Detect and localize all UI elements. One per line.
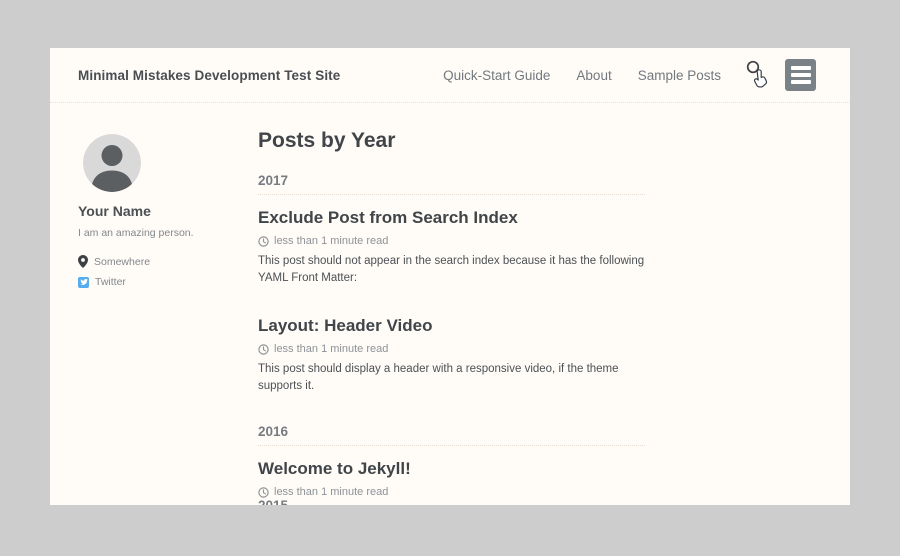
site-title-link[interactable]: Minimal Mistakes Development Test Site [78,68,340,83]
masthead: Minimal Mistakes Development Test Site Q… [50,48,850,103]
post-excerpt: This post should display a header with a… [258,361,645,394]
author-link-twitter[interactable]: Twitter [78,276,250,288]
site-window: Minimal Mistakes Development Test Site Q… [50,48,850,505]
hamburger-icon [791,80,811,84]
year-section-2017: 2017 Exclude Post from Search Index less… [258,173,645,394]
menu-toggle-button[interactable] [785,59,816,91]
person-silhouette-icon [83,134,141,192]
author-link-label: Somewhere [94,256,150,268]
read-time: less than 1 minute read [274,343,388,355]
author-name: Your Name [78,203,250,219]
search-button[interactable] [745,58,771,92]
nav-quick-start-guide[interactable]: Quick-Start Guide [443,68,550,83]
year-heading: 2016 [258,424,645,446]
search-icon [745,58,771,92]
year-heading-clipped: 2015 [258,498,645,505]
primary-nav: Quick-Start Guide About Sample Posts [443,68,721,83]
post-excerpt: This post should not appear in the searc… [258,253,645,286]
author-sidebar: Your Name I am an amazing person. Somewh… [78,134,250,296]
post-meta: less than 1 minute read [258,343,645,355]
read-time: less than 1 minute read [274,235,388,247]
year-section-2016: 2016 Welcome to Jekyll! less than 1 minu… [258,424,645,505]
avatar [83,134,141,192]
hamburger-icon [791,73,811,77]
clock-icon [258,487,269,498]
post-meta: less than 1 minute read [258,486,645,498]
post-entry: Layout: Header Video less than 1 minute … [258,316,645,394]
main-content: Posts by Year 2017 Exclude Post from Sea… [258,129,645,505]
author-bio: I am an amazing person. [78,227,250,239]
read-time: less than 1 minute read [274,486,388,498]
author-link-label: Twitter [95,276,126,288]
clock-icon [258,236,269,247]
nav-about[interactable]: About [576,68,611,83]
location-pin-icon [78,255,88,268]
twitter-icon [78,277,89,288]
author-link-location[interactable]: Somewhere [78,255,250,268]
hamburger-icon [791,66,811,70]
clock-icon [258,344,269,355]
page-title: Posts by Year [258,129,645,153]
year-heading: 2017 [258,173,645,195]
mouse-cursor-pointer-icon [755,70,767,87]
author-links: Somewhere Twitter [78,255,250,288]
post-title-link[interactable]: Welcome to Jekyll! [258,459,645,479]
post-entry: Exclude Post from Search Index less than… [258,208,645,286]
post-meta: less than 1 minute read [258,235,645,247]
post-title-link[interactable]: Layout: Header Video [258,316,645,336]
nav-sample-posts[interactable]: Sample Posts [638,68,721,83]
post-title-link[interactable]: Exclude Post from Search Index [258,208,645,228]
